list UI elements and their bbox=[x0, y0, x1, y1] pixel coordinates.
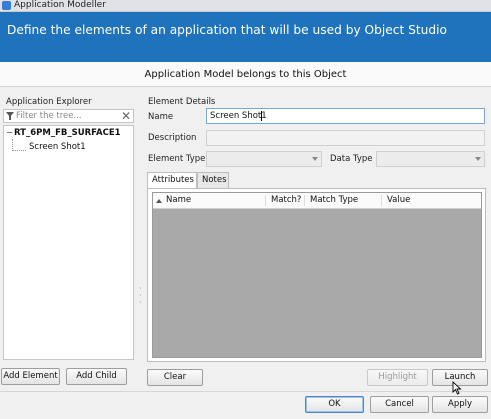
name-label: Name bbox=[148, 112, 174, 122]
apply-button[interactable]: Apply bbox=[432, 396, 488, 413]
data-type-label: Data Type bbox=[330, 154, 373, 164]
tree-node-root[interactable]: −RT_6PM_FB_SURFACE1 bbox=[6, 128, 121, 138]
tab-notes[interactable]: Notes bbox=[197, 172, 229, 188]
application-tree[interactable]: −RT_6PM_FB_SURFACE1 Screen Shot1 bbox=[3, 125, 134, 360]
column-separator bbox=[304, 195, 305, 206]
explorer-heading: Application Explorer bbox=[6, 97, 92, 107]
element-type-select[interactable] bbox=[206, 151, 322, 167]
column-separator bbox=[381, 195, 382, 206]
clear-filter-icon[interactable]: ✕ bbox=[121, 109, 131, 123]
cancel-button[interactable]: Cancel bbox=[370, 396, 429, 413]
app-icon bbox=[2, 1, 11, 10]
chevron-down-icon bbox=[312, 157, 318, 161]
clear-button[interactable]: Clear bbox=[147, 369, 203, 386]
column-match-type[interactable]: Match Type bbox=[310, 195, 358, 205]
tree-root-label: RT_6PM_FB_SURFACE1 bbox=[14, 128, 121, 138]
name-value: Screen Shot1 bbox=[210, 111, 267, 121]
tree-node-child[interactable]: Screen Shot1 bbox=[27, 142, 88, 152]
column-value[interactable]: Value bbox=[387, 195, 410, 205]
window-titlebar: Application Modeller bbox=[0, 0, 491, 12]
attributes-panel: Name Match? Match Type Value bbox=[147, 188, 486, 362]
column-match[interactable]: Match? bbox=[271, 195, 301, 205]
column-separator bbox=[265, 195, 266, 206]
text-caret bbox=[261, 111, 262, 121]
description-label: Description bbox=[148, 133, 197, 143]
element-type-label: Element Type bbox=[148, 154, 206, 164]
ok-button[interactable]: OK bbox=[305, 396, 364, 413]
mouse-cursor-icon bbox=[452, 381, 462, 395]
add-element-button[interactable]: Add Element bbox=[1, 368, 60, 385]
object-line: Application Model belongs to this Object bbox=[0, 62, 491, 87]
data-type-select[interactable] bbox=[376, 151, 485, 167]
filter-icon-stem bbox=[9, 116, 11, 120]
description-field[interactable] bbox=[206, 130, 485, 146]
window-title: Application Modeller bbox=[14, 0, 106, 10]
tree-filter-input[interactable]: Filter the tree... ✕ bbox=[3, 109, 134, 123]
add-child-button[interactable]: Add Child bbox=[66, 368, 127, 385]
collapse-icon[interactable]: − bbox=[6, 128, 14, 138]
header-banner: Define the elements of an application th… bbox=[0, 12, 491, 62]
name-field[interactable]: Screen Shot1 bbox=[206, 108, 485, 124]
footer-divider bbox=[0, 391, 491, 392]
grid-header: Name Match? Match Type Value bbox=[153, 193, 481, 209]
column-name[interactable]: Name bbox=[166, 195, 191, 205]
highlight-button[interactable]: Highlight bbox=[367, 369, 428, 386]
chevron-down-icon bbox=[475, 157, 481, 161]
splitter-handle[interactable]: · · · bbox=[139, 285, 143, 307]
details-heading: Element Details bbox=[148, 97, 216, 107]
filter-placeholder: Filter the tree... bbox=[16, 111, 82, 121]
attributes-grid[interactable]: Name Match? Match Type Value bbox=[152, 192, 482, 358]
banner-text: Define the elements of an application th… bbox=[7, 23, 447, 37]
tree-connector-branch bbox=[12, 150, 26, 151]
tab-attributes[interactable]: Attributes bbox=[147, 172, 197, 189]
sort-icon bbox=[156, 199, 162, 203]
